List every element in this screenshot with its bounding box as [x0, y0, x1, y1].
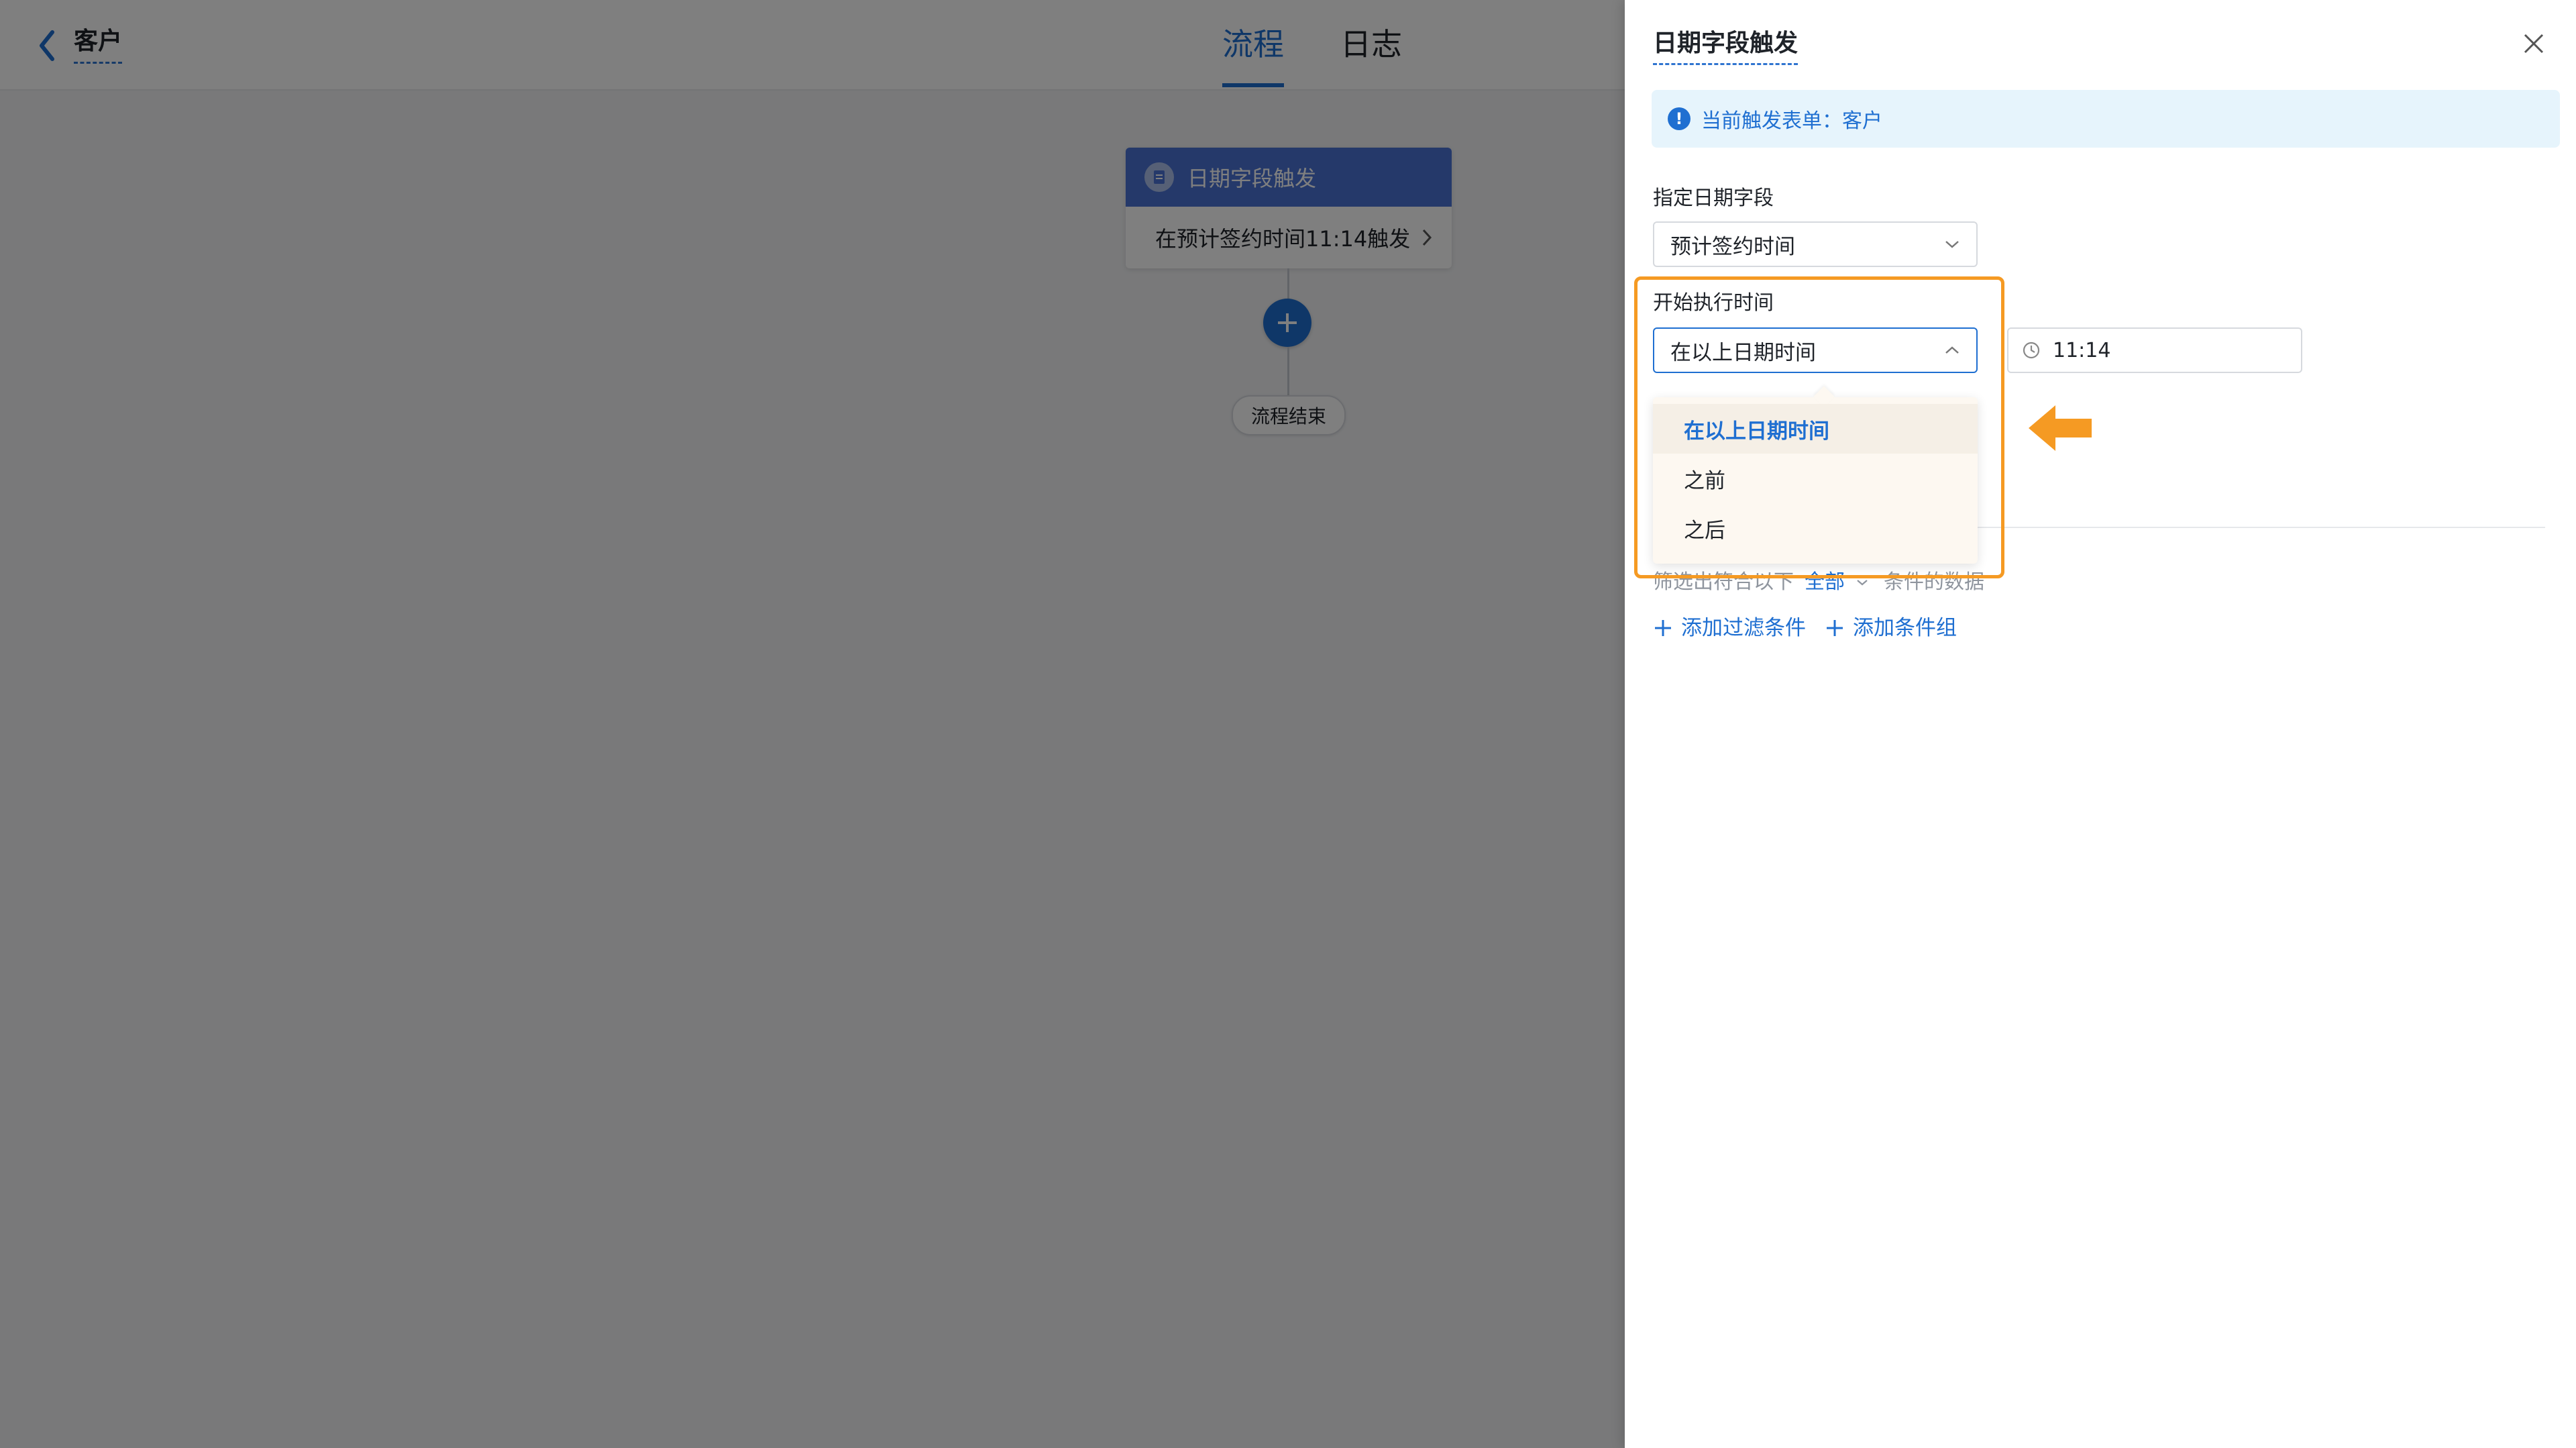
info-banner: ! 当前触发表单：客户 — [1652, 90, 2560, 148]
chevron-down-icon — [1945, 241, 1959, 248]
add-filter-condition-label: 添加过滤条件 — [1681, 616, 1806, 640]
date-field-select[interactable]: 预计签约时间 — [1653, 221, 1978, 267]
close-icon — [2524, 34, 2544, 54]
add-filter-condition-button[interactable]: 添加过滤条件 — [1653, 615, 1806, 641]
add-condition-group-button[interactable]: 添加条件组 — [1825, 615, 1957, 641]
chevron-down-icon[interactable] — [1856, 578, 1869, 586]
close-button[interactable] — [2517, 27, 2551, 60]
annotation-highlight-box — [1634, 276, 2004, 578]
app-root: 客户 流程 日志 日期字段触发 在预计签约时间11:14触发 — [0, 0, 2576, 1448]
time-input[interactable]: 11:14 — [2007, 327, 2302, 373]
add-condition-group-label: 添加条件组 — [1853, 616, 1957, 640]
info-text: 当前触发表单：客户 — [1701, 109, 1882, 133]
info-icon: ! — [1668, 107, 1690, 130]
annotation-arrow-icon — [2029, 405, 2092, 451]
drawer-title[interactable]: 日期字段触发 — [1653, 28, 1799, 65]
time-value: 11:14 — [2053, 338, 2111, 362]
plus-icon — [1825, 618, 1845, 638]
plus-icon — [1653, 618, 1673, 638]
date-field-value: 预计签约时间 — [1670, 234, 1795, 259]
clock-icon — [2022, 341, 2041, 360]
trigger-settings-drawer: 日期字段触发 ! 当前触发表单：客户 指定日期字段 预计签约时间 开始执行时间 … — [1625, 0, 2576, 1448]
date-field-label: 指定日期字段 — [1653, 187, 1774, 210]
modal-overlay[interactable] — [0, 0, 1625, 1448]
